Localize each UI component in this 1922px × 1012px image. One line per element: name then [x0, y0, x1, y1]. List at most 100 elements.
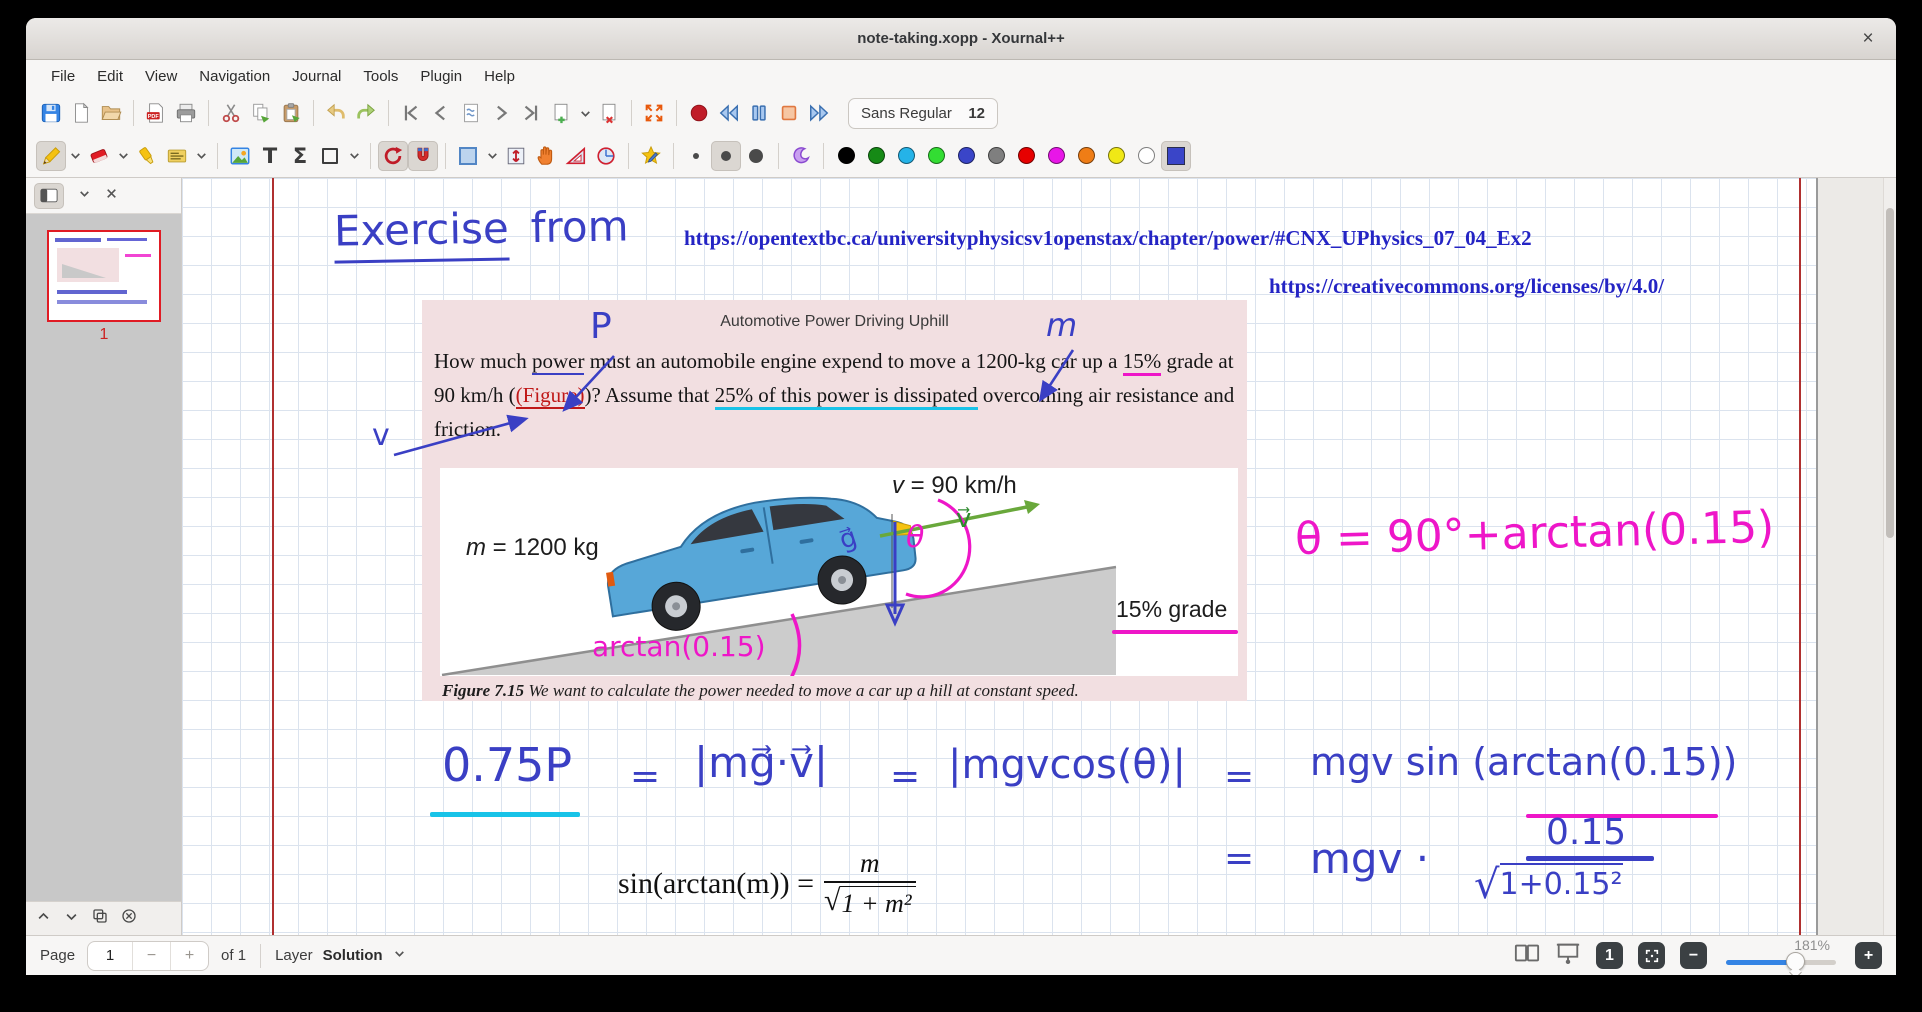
font-selector[interactable]: Sans Regular 12	[848, 98, 998, 129]
shape-options-chevron-icon[interactable]	[345, 141, 363, 171]
rotation-snapping-icon[interactable]	[378, 141, 408, 171]
stroke-medium-icon[interactable]	[711, 141, 741, 171]
move-page-down-icon[interactable]	[64, 909, 79, 929]
redo-icon[interactable]	[351, 98, 381, 128]
select-options-chevron-icon[interactable]	[483, 141, 501, 171]
pen-options-chevron-icon[interactable]	[66, 141, 84, 171]
cut-icon[interactable]	[216, 98, 246, 128]
page-thumbnail[interactable]	[47, 230, 161, 322]
export-pdf-icon[interactable]: PDF	[141, 98, 171, 128]
setsquare-tool-icon[interactable]	[561, 141, 591, 171]
highlighter-tool-icon[interactable]	[132, 141, 162, 171]
stroke-fine-icon[interactable]	[681, 141, 711, 171]
page-decrement-button[interactable]: −	[132, 942, 170, 970]
menu-tools[interactable]: Tools	[352, 64, 409, 89]
open-folder-icon[interactable]	[96, 98, 126, 128]
duplicate-page-icon[interactable]	[92, 908, 108, 929]
eraser-tool-icon[interactable]	[84, 141, 114, 171]
insert-image-icon[interactable]	[225, 141, 255, 171]
copy-icon[interactable]	[246, 98, 276, 128]
fullscreen-icon[interactable]	[639, 98, 669, 128]
new-document-icon[interactable]	[66, 98, 96, 128]
sidebar-close-icon[interactable]	[105, 187, 118, 205]
new-page-dropdown-chevron-icon[interactable]	[576, 98, 594, 128]
color-swatch-button[interactable]	[891, 141, 921, 171]
color-swatch-button[interactable]	[981, 141, 1011, 171]
layer-select-value[interactable]: Solution	[323, 947, 383, 964]
thumb-ink-line	[125, 254, 151, 257]
new-page-after-icon[interactable]	[546, 98, 576, 128]
toolbar-separator	[676, 100, 677, 126]
rewind-icon[interactable]	[714, 98, 744, 128]
menu-help[interactable]: Help	[473, 64, 526, 89]
stroke-thick-icon[interactable]	[741, 141, 771, 171]
pause-icon[interactable]	[744, 98, 774, 128]
color-swatch-button[interactable]	[951, 141, 981, 171]
vertical-scrollbar[interactable]	[1883, 178, 1896, 935]
zoom-in-button[interactable]: +	[1855, 942, 1882, 969]
shape-recognizer-icon[interactable]	[636, 141, 666, 171]
presentation-mode-icon[interactable]	[1555, 941, 1581, 970]
page-number-input[interactable]: 1	[88, 942, 132, 970]
print-icon[interactable]	[171, 98, 201, 128]
delete-page-circle-icon[interactable]	[121, 908, 137, 929]
sidebar-dropdown-chevron-icon[interactable]	[78, 187, 91, 205]
forward-icon[interactable]	[804, 98, 834, 128]
menu-navigation[interactable]: Navigation	[188, 64, 281, 89]
color-swatch-button[interactable]	[1101, 141, 1131, 171]
stop-icon[interactable]	[774, 98, 804, 128]
goto-next-page-icon[interactable]	[486, 98, 516, 128]
text-tool-icon[interactable]: T	[255, 141, 285, 171]
color-picker-button[interactable]	[1161, 141, 1191, 171]
color-swatch-button[interactable]	[921, 141, 951, 171]
hand-tool-icon[interactable]	[531, 141, 561, 171]
zoom-slider[interactable]: 181%	[1722, 936, 1840, 976]
goto-first-page-icon[interactable]	[396, 98, 426, 128]
fill-tool-icon[interactable]	[786, 141, 816, 171]
menu-view[interactable]: View	[134, 64, 188, 89]
select-rectangle-icon[interactable]	[453, 141, 483, 171]
goto-last-page-icon[interactable]	[516, 98, 546, 128]
menu-file[interactable]: File	[40, 64, 86, 89]
undo-icon[interactable]	[321, 98, 351, 128]
zoom-100-button[interactable]: 1	[1596, 942, 1623, 969]
figure-link[interactable]: (Figure)	[516, 383, 585, 409]
menu-plugin[interactable]: Plugin	[409, 64, 473, 89]
close-icon[interactable]: ×	[1856, 27, 1880, 51]
color-swatch-button[interactable]	[1011, 141, 1041, 171]
zoom-out-button[interactable]: −	[1680, 942, 1707, 969]
move-page-up-icon[interactable]	[36, 909, 51, 929]
select-text-tool-icon[interactable]	[162, 141, 192, 171]
document-page[interactable]: Exercisefrom https://opentextbc.ca/unive…	[182, 178, 1818, 935]
delete-page-icon[interactable]	[594, 98, 624, 128]
record-audio-icon[interactable]	[684, 98, 714, 128]
select-text-chevron-icon[interactable]	[192, 141, 210, 171]
scrollbar-thumb[interactable]	[1886, 208, 1894, 538]
compass-tool-icon[interactable]	[591, 141, 621, 171]
layer-dropdown-chevron-icon[interactable]	[393, 947, 406, 965]
zoom-slider-track[interactable]	[1726, 960, 1836, 965]
zoom-slider-handle[interactable]	[1786, 952, 1805, 971]
vertical-space-tool-icon[interactable]	[501, 141, 531, 171]
color-swatch-button[interactable]	[1131, 141, 1161, 171]
goto-annotated-page-icon[interactable]	[456, 98, 486, 128]
sidebar-panel-toggle-icon[interactable]	[34, 183, 64, 209]
pen-tool-icon[interactable]	[36, 141, 66, 171]
grid-snapping-magnet-icon[interactable]	[408, 141, 438, 171]
color-swatch-button[interactable]	[1041, 141, 1071, 171]
zoom-fit-button[interactable]	[1638, 942, 1665, 969]
pair-pages-icon[interactable]	[1514, 941, 1540, 970]
menu-edit[interactable]: Edit	[86, 64, 134, 89]
shape-tool-icon[interactable]	[315, 141, 345, 171]
page-increment-button[interactable]: +	[170, 942, 208, 970]
menu-journal[interactable]: Journal	[281, 64, 352, 89]
goto-previous-page-icon[interactable]	[426, 98, 456, 128]
color-swatch-button[interactable]	[1071, 141, 1101, 171]
paste-icon[interactable]	[276, 98, 306, 128]
eraser-options-chevron-icon[interactable]	[114, 141, 132, 171]
color-swatch-button[interactable]	[831, 141, 861, 171]
save-icon[interactable]	[36, 98, 66, 128]
color-cyan-icon	[898, 147, 915, 164]
color-swatch-button[interactable]	[861, 141, 891, 171]
tex-tool-icon[interactable]: Σ	[285, 141, 315, 171]
